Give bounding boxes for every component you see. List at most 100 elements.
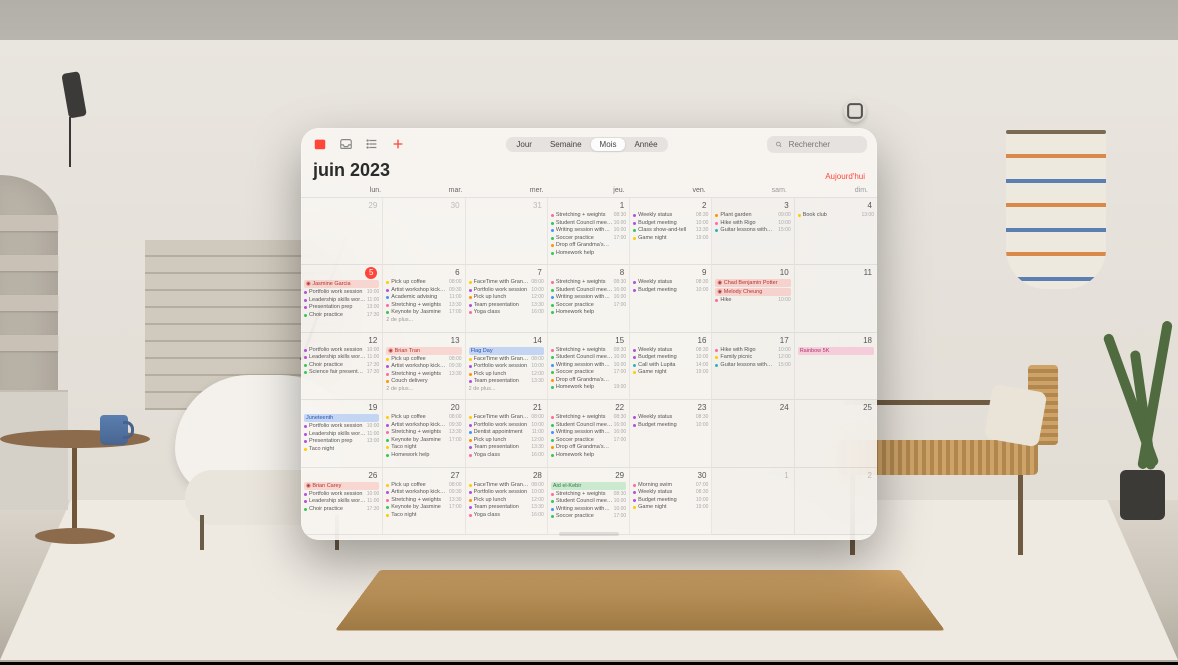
day-cell[interactable]: 26◉ Brian CareyPortfolio work session10:…	[301, 468, 383, 535]
day-cell[interactable]: 27Pick up coffee08:00Artist workshop kic…	[383, 468, 465, 535]
event[interactable]: Writing session with…16:00	[551, 506, 626, 513]
event[interactable]: Portfolio work session10:00	[469, 363, 544, 370]
event[interactable]: Weekly status08:30	[633, 279, 708, 286]
event[interactable]: Book club13:00	[798, 212, 874, 219]
day-cell[interactable]: 2Weekly status08:30Budget meeting10:00Cl…	[630, 198, 712, 265]
day-cell[interactable]: 18Rainbow 5K	[795, 333, 877, 400]
event[interactable]: Taco night	[386, 512, 461, 519]
event[interactable]: Presentation prep13:00	[304, 438, 379, 445]
event[interactable]: Artist workshop kick…09:30	[386, 489, 461, 496]
event[interactable]: Stretching + weights13:30	[386, 497, 461, 504]
event[interactable]: Taco night	[304, 446, 379, 453]
event[interactable]: Game night19:00	[633, 235, 708, 242]
event[interactable]: Pick up coffee08:00	[386, 414, 461, 421]
event[interactable]: FaceTime with Gran…08:00	[469, 414, 544, 421]
more-events[interactable]: 2 de plus...	[469, 386, 544, 393]
day-cell[interactable]: 29Aid el-KebirStretching + weights08:30S…	[548, 468, 630, 535]
day-cell[interactable]: 9Weekly status08:30Budget meeting10:00	[630, 265, 712, 332]
event[interactable]: Student Council meet…16:00	[551, 354, 626, 361]
event[interactable]: Drop off Grandma's…	[551, 444, 626, 451]
event[interactable]: Dentist appointment11:00	[469, 429, 544, 436]
event[interactable]: Team presentation13:30	[469, 302, 544, 309]
event[interactable]: Yoga class16:00	[469, 452, 544, 459]
event[interactable]: Yoga class16:00	[469, 512, 544, 519]
event[interactable]: Weekly status08:30	[633, 414, 708, 421]
event[interactable]: Student Council meet…16:00	[551, 220, 626, 227]
event[interactable]: Writing session with…16:00	[551, 362, 626, 369]
event[interactable]: Soccer practice17:00	[551, 437, 626, 444]
event[interactable]: Portfolio work session10:00	[469, 287, 544, 294]
event[interactable]: Portfolio work session10:00	[469, 489, 544, 496]
event[interactable]: Academic advising11:00	[386, 294, 461, 301]
event[interactable]: Pick up lunch12:00	[469, 371, 544, 378]
event[interactable]: Science fair presentati…17:30	[304, 369, 379, 376]
today-button[interactable]: Aujourd'hui	[825, 172, 865, 181]
event[interactable]: Keynote by Jasmine17:00	[386, 437, 461, 444]
event[interactable]: Pick up coffee08:00	[386, 482, 461, 489]
event[interactable]: Pick up coffee08:00	[386, 356, 461, 363]
day-cell[interactable]: 21FaceTime with Gran…08:00Portfolio work…	[466, 400, 548, 467]
event[interactable]: Portfolio work session10:00	[304, 423, 379, 430]
day-cell[interactable]: 23Weekly status08:30Budget meeting10:00	[630, 400, 712, 467]
event[interactable]: Writing session with…16:00	[551, 294, 626, 301]
event[interactable]: Stretching + weights08:30	[551, 414, 626, 421]
event[interactable]: Stretching + weights08:30	[551, 212, 626, 219]
day-cell[interactable]: 20Pick up coffee08:00Artist workshop kic…	[383, 400, 465, 467]
allday-event[interactable]: ◉ Chad Benjamin Potter	[715, 279, 790, 287]
allday-event[interactable]: Flag Day	[469, 347, 544, 355]
event[interactable]: Plant garden09:00	[715, 212, 790, 219]
event[interactable]: Student Council meet…16:00	[551, 422, 626, 429]
event[interactable]: Keynote by Jasmine17:00	[386, 504, 461, 511]
event[interactable]: Pick up lunch12:00	[469, 294, 544, 301]
event[interactable]: Drop off Grandma's…	[551, 242, 626, 249]
day-cell[interactable]: 5◉ Jasmine GarciaPortfolio work session1…	[301, 265, 383, 332]
calendar-icon[interactable]	[311, 135, 329, 153]
day-cell[interactable]: 2	[795, 468, 877, 535]
event[interactable]: Budget meeting10:00	[633, 287, 708, 294]
day-cell[interactable]: 13◉ Brian TranPick up coffee08:00Artist …	[383, 333, 465, 400]
day-cell[interactable]: 19JuneteenthPortfolio work session10:00L…	[301, 400, 383, 467]
event[interactable]: Family picnic12:00	[715, 354, 790, 361]
event[interactable]: Homework help	[551, 309, 626, 316]
seg-month[interactable]: Mois	[591, 138, 626, 151]
event[interactable]: Stretching + weights13:30	[386, 371, 461, 378]
day-cell[interactable]: 8Stretching + weights08:30Student Counci…	[548, 265, 630, 332]
event[interactable]: Weekly status08:30	[633, 212, 708, 219]
event[interactable]: Choir practice17:30	[304, 506, 379, 513]
event[interactable]: Stretching + weights08:30	[551, 347, 626, 354]
event[interactable]: Guitar lessons with…15:00	[715, 362, 790, 369]
more-events[interactable]: 2 de plus...	[386, 317, 461, 324]
event[interactable]: Homework help	[386, 452, 461, 459]
event[interactable]: Choir practice17:30	[304, 362, 379, 369]
event[interactable]: FaceTime with Gran…08:00	[469, 279, 544, 286]
event[interactable]: Pick up lunch12:00	[469, 437, 544, 444]
event[interactable]: Writing session with…16:00	[551, 429, 626, 436]
event[interactable]: Presentation prep13:00	[304, 304, 379, 311]
event[interactable]: Writing session with…16:00	[551, 227, 626, 234]
allday-event[interactable]: Juneteenth	[304, 414, 379, 422]
event[interactable]: Choir practice17:30	[304, 312, 379, 319]
event[interactable]: Budget meeting10:00	[633, 220, 708, 227]
event[interactable]: Keynote by Jasmine17:00	[386, 309, 461, 316]
event[interactable]: Leadership skills work…11:00	[304, 354, 379, 361]
event[interactable]: Soccer practice17:00	[551, 302, 626, 309]
event[interactable]: Yoga class16:00	[469, 309, 544, 316]
day-cell[interactable]: 7FaceTime with Gran…08:00Portfolio work …	[466, 265, 548, 332]
event[interactable]: Team presentation13:30	[469, 378, 544, 385]
day-cell[interactable]: 1	[712, 468, 794, 535]
event[interactable]: Morning swim07:00	[633, 482, 708, 489]
event[interactable]: Stretching + weights13:30	[386, 429, 461, 436]
event[interactable]: Hike10:00	[715, 297, 790, 304]
event[interactable]: Homework help19:00	[551, 384, 626, 391]
event[interactable]: FaceTime with Gran…08:00	[469, 356, 544, 363]
event[interactable]: Weekly status08:30	[633, 347, 708, 354]
seg-year[interactable]: Année	[625, 138, 666, 151]
allday-event[interactable]: Aid el-Kebir	[551, 482, 626, 490]
day-cell[interactable]: 22Stretching + weights08:30Student Counc…	[548, 400, 630, 467]
allday-event[interactable]: Rainbow 5K	[798, 347, 874, 355]
event[interactable]: Portfolio work session10:00	[469, 422, 544, 429]
day-cell[interactable]: 17Hike with Rigo10:00Family picnic12:00G…	[712, 333, 794, 400]
event[interactable]: Weekly status08:30	[633, 489, 708, 496]
event[interactable]: Hike with Rigo10:00	[715, 220, 790, 227]
event[interactable]: Pick up lunch12:00	[469, 497, 544, 504]
